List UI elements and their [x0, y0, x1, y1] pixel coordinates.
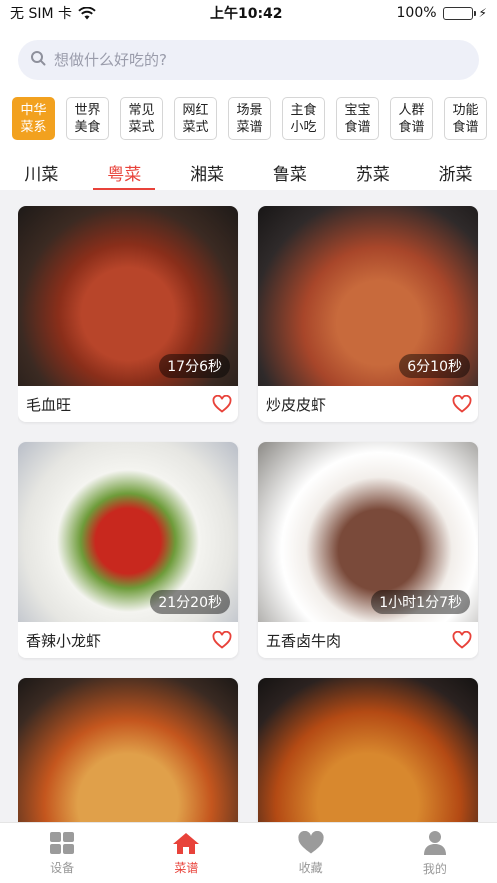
category-row: 中华 菜系 世界 美食 常见 菜式 网红 菜式 场景 菜谱 主食 小吃 宝宝 食谱 人群 食谱… [12, 97, 490, 141]
tab-5[interactable]: 浙菜 [435, 154, 477, 190]
recipe-image[interactable]: 6分10秒 [258, 206, 478, 386]
charging-icon: ⚡ [478, 6, 487, 20]
nav-item-0[interactable]: 设备 [17, 831, 107, 876]
grid-icon [49, 831, 75, 855]
duration-badge: 1小时1分7秒 [371, 590, 470, 614]
carrier-label: 无 SIM 卡 [10, 6, 72, 22]
category-chip[interactable]: 宝宝 食谱 [336, 97, 379, 140]
battery-icon [442, 6, 476, 20]
status-time: 上午10:42 [209, 6, 283, 22]
recipe-footer: 五香卤牛肉 [258, 622, 478, 658]
recipe-card[interactable]: 6分10秒炒皮皮虾 [258, 206, 478, 422]
recipe-grid: 17分6秒 毛血旺 6分10秒 炒皮皮虾 21分20秒 香辣小龙虾 1小时1分7秒 五香卤牛肉 [18, 206, 479, 822]
search-input[interactable] [54, 51, 467, 69]
nav-label: 设备 [50, 860, 75, 875]
search-icon [30, 50, 46, 70]
category-chip[interactable]: 主食 小吃 [282, 97, 325, 140]
favorite-heart-icon[interactable] [452, 395, 472, 413]
status-left: 无 SIM 卡 [10, 3, 96, 23]
bottom-nav: 设备 菜谱 收藏 我的 [0, 822, 497, 883]
nav-label: 我的 [422, 861, 447, 876]
recipe-card[interactable]: 17分6秒毛血旺 [18, 206, 238, 422]
recipe-image[interactable]: 21分20秒 [18, 442, 238, 622]
category-chip[interactable]: 常见 菜式 [120, 97, 163, 140]
favorite-heart-icon[interactable] [212, 395, 232, 413]
status-bar: 无 SIM 卡 上午10:42 100% ⚡ [0, 0, 497, 26]
tab-0[interactable]: 川菜 [20, 154, 62, 190]
cuisine-tabs: 川菜 粤菜 湘菜 鲁菜 苏菜 浙菜 [0, 154, 497, 190]
status-right: 100% ⚡ [397, 5, 487, 21]
duration-badge: 17分6秒 [159, 354, 230, 378]
recipe-card[interactable]: 1小时1分7秒五香卤牛肉 [258, 442, 478, 658]
category-chip[interactable]: 网红 菜式 [174, 97, 217, 140]
recipe-title: 毛血旺 [26, 395, 72, 414]
heart-icon [297, 830, 325, 855]
category-chip[interactable]: 世界 美食 [66, 97, 109, 140]
search-bar[interactable] [18, 40, 479, 80]
category-chip[interactable]: 中华 菜系 [12, 97, 55, 140]
nav-item-3[interactable]: 我的 [390, 830, 480, 877]
recipe-card[interactable] [18, 678, 238, 822]
favorite-heart-icon[interactable] [452, 631, 472, 649]
recipe-image[interactable] [18, 678, 238, 822]
recipe-title: 五香卤牛肉 [266, 631, 342, 650]
home-icon [172, 831, 200, 855]
recipe-image[interactable]: 1小时1分7秒 [258, 442, 478, 622]
nav-item-1[interactable]: 菜谱 [141, 831, 231, 876]
battery-percent: 100% [396, 5, 437, 21]
category-chip[interactable]: 场景 菜谱 [228, 97, 271, 140]
wifi-icon [78, 6, 96, 20]
duration-badge: 21分20秒 [150, 590, 230, 614]
header: 中华 菜系世界 美食常见 菜式网红 菜式场景 菜谱主食 小吃宝宝 食谱人群 食谱… [0, 26, 497, 190]
nav-label: 菜谱 [174, 860, 199, 875]
recipe-footer: 毛血旺 [18, 386, 238, 422]
category-chip[interactable]: 功能 食谱 [444, 97, 487, 140]
nav-item-2[interactable]: 收藏 [266, 830, 356, 876]
tab-2[interactable]: 湘菜 [186, 154, 228, 190]
duration-badge: 6分10秒 [399, 354, 470, 378]
recipe-card[interactable] [258, 678, 478, 822]
favorite-heart-icon[interactable] [212, 631, 232, 649]
recipe-footer: 香辣小龙虾 [18, 622, 238, 658]
recipe-image[interactable] [258, 678, 478, 822]
recipe-image[interactable]: 17分6秒 [18, 206, 238, 386]
recipe-title: 炒皮皮虾 [266, 395, 327, 414]
tab-3[interactable]: 鲁菜 [269, 154, 311, 190]
tab-4[interactable]: 苏菜 [352, 154, 394, 190]
recipe-card[interactable]: 21分20秒香辣小龙虾 [18, 442, 238, 658]
tab-1[interactable]: 粤菜 [93, 154, 156, 190]
user-icon [423, 830, 447, 856]
recipe-title: 香辣小龙虾 [26, 631, 102, 650]
nav-label: 收藏 [298, 860, 323, 875]
category-chip[interactable]: 人群 食谱 [390, 97, 433, 140]
recipe-footer: 炒皮皮虾 [258, 386, 478, 422]
